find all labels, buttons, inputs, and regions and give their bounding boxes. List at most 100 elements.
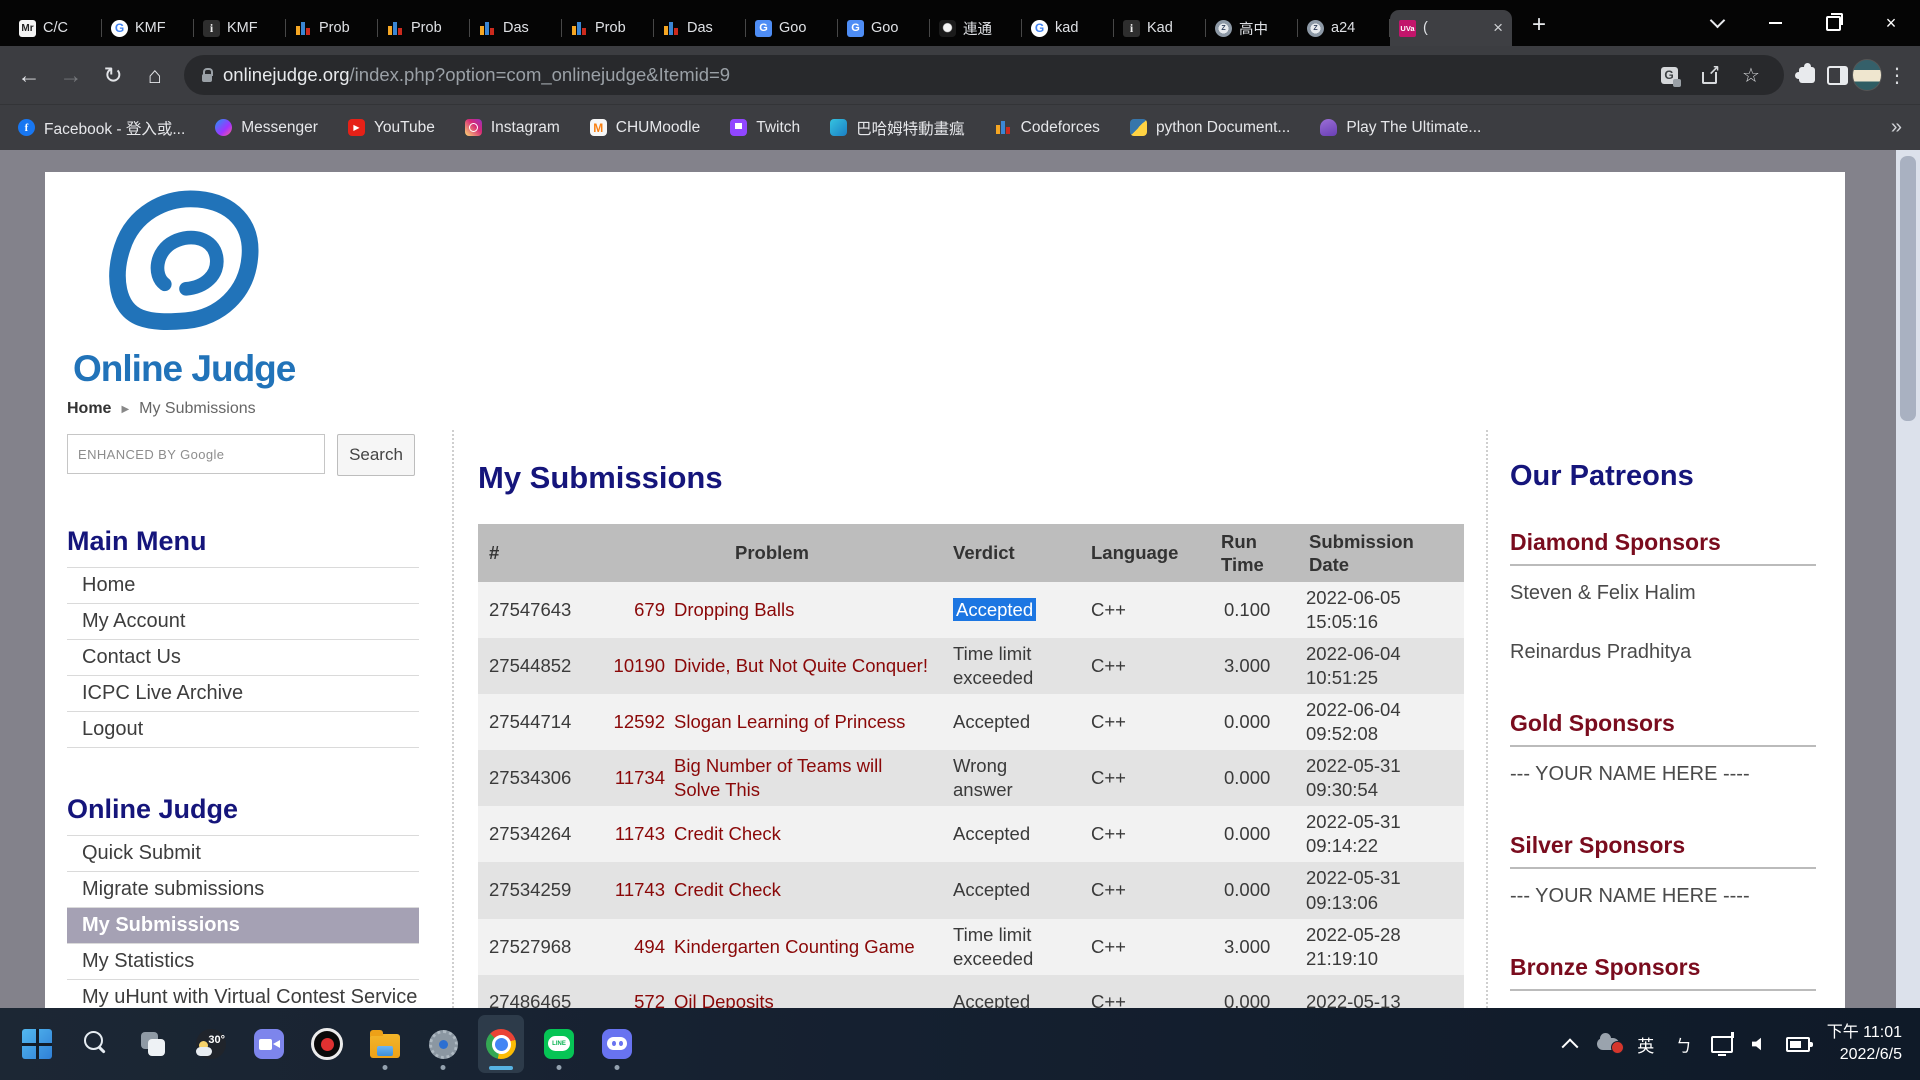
- tray-cast-display[interactable]: [1705, 1022, 1739, 1066]
- tray-volume[interactable]: [1743, 1022, 1777, 1066]
- browser-tab[interactable]: Z 高中 ×: [1206, 10, 1298, 46]
- browser-tab[interactable]: 連通 ×: [930, 10, 1022, 46]
- taskbar-video-app[interactable]: [246, 1015, 292, 1073]
- translate-icon[interactable]: G: [1654, 60, 1684, 90]
- tab-search-chevron-icon[interactable]: [1688, 0, 1746, 46]
- bookmark-star-icon[interactable]: ☆: [1736, 60, 1766, 90]
- bookmark[interactable]: python Document...: [1130, 119, 1290, 137]
- problem-title-link[interactable]: Divide, But Not Quite Conquer!: [674, 654, 928, 678]
- problem-title-link[interactable]: Dropping Balls: [674, 598, 794, 622]
- browser-tab[interactable]: G KMF ×: [102, 10, 194, 46]
- bookmark[interactable]: 巴哈姆特動畫瘋: [830, 117, 965, 139]
- browser-tab[interactable]: Mr C/C ×: [10, 10, 102, 46]
- browser-tab[interactable]: Das ×: [654, 10, 746, 46]
- browser-tab[interactable]: G kad ×: [1022, 10, 1114, 46]
- problem-title-link[interactable]: Credit Check: [674, 878, 781, 902]
- bookmark[interactable]: ▶ YouTube: [348, 119, 435, 137]
- browser-tab[interactable]: Prob ×: [378, 10, 470, 46]
- browser-tab[interactable]: i Kad ×: [1114, 10, 1206, 46]
- browser-tab[interactable]: Das ×: [470, 10, 562, 46]
- close-button[interactable]: ×: [1862, 0, 1920, 46]
- address-bar[interactable]: onlinejudge.org/index.php?option=com_onl…: [184, 55, 1784, 95]
- forward-button[interactable]: →: [50, 54, 92, 96]
- taskbar-settings[interactable]: [420, 1015, 466, 1073]
- problem-title-link[interactable]: Slogan Learning of Princess: [674, 710, 905, 734]
- tray-battery[interactable]: [1781, 1022, 1815, 1066]
- side-panel-icon[interactable]: [1822, 60, 1852, 90]
- sidebar-menu-item[interactable]: My Account: [67, 603, 419, 639]
- taskbar-line[interactable]: LINE: [536, 1015, 582, 1073]
- taskbar-discord[interactable]: [594, 1015, 640, 1073]
- sidebar-menu-item[interactable]: My Submissions: [67, 907, 419, 943]
- problem-number-link[interactable]: 11734: [613, 766, 665, 790]
- scrollbar-thumb[interactable]: [1900, 156, 1916, 421]
- browser-tab[interactable]: G Goo ×: [838, 10, 930, 46]
- extensions-puzzle-icon[interactable]: [1792, 60, 1822, 90]
- bookmark[interactable]: Play The Ultimate...: [1320, 119, 1481, 137]
- taskbar-weather-widget[interactable]: 30°: [188, 1015, 234, 1073]
- bookmark[interactable]: f Facebook - 登入或...: [18, 117, 185, 139]
- submission-row[interactable]: 27544714 12592 Slogan Learning of Prince…: [478, 694, 1464, 750]
- sidebar-menu-item[interactable]: Home: [67, 567, 419, 603]
- tab-close-icon[interactable]: ×: [1493, 18, 1503, 38]
- browser-tab[interactable]: UVa ( ×: [1390, 10, 1512, 46]
- bookmark[interactable]: M CHUMoodle: [590, 119, 700, 137]
- sidebar-menu-item[interactable]: Contact Us: [67, 639, 419, 675]
- online-judge-logo[interactable]: [107, 184, 259, 347]
- lock-icon[interactable]: [202, 74, 212, 82]
- submission-row[interactable]: 27486465 572 Oil Deposits Accepted C++ 0…: [478, 975, 1464, 1008]
- bookmarks-overflow-icon[interactable]: »: [1879, 116, 1902, 139]
- sidebar-menu-item[interactable]: My uHunt with Virtual Contest Service: [67, 979, 419, 1008]
- site-search-input[interactable]: [67, 434, 325, 474]
- bookmark[interactable]: Twitch: [730, 119, 800, 137]
- problem-number-link[interactable]: 494: [613, 935, 665, 959]
- problem-number-link[interactable]: 11743: [613, 878, 665, 902]
- problem-number-link[interactable]: 11743: [613, 822, 665, 846]
- problem-title-link[interactable]: Big Number of Teams will Solve This: [674, 754, 931, 802]
- taskbar-search[interactable]: [72, 1015, 118, 1073]
- browser-tab[interactable]: Prob ×: [562, 10, 654, 46]
- submission-row[interactable]: 27534306 11734 Big Number of Teams will …: [478, 750, 1464, 806]
- browser-tab[interactable]: i KMF ×: [194, 10, 286, 46]
- taskbar-file-explorer[interactable]: [362, 1015, 408, 1073]
- taskbar-task-view[interactable]: [130, 1015, 176, 1073]
- problem-number-link[interactable]: 679: [613, 598, 665, 622]
- sidebar-menu-item[interactable]: My Statistics: [67, 943, 419, 979]
- back-button[interactable]: ←: [8, 54, 50, 96]
- bookmark[interactable]: Codeforces: [995, 119, 1100, 137]
- bookmark[interactable]: Messenger: [215, 119, 318, 137]
- taskbar-start-button[interactable]: [14, 1015, 60, 1073]
- submission-row[interactable]: 27527968 494 Kindergarten Counting Game …: [478, 919, 1464, 975]
- problem-number-link[interactable]: 12592: [613, 710, 665, 734]
- browser-tab[interactable]: Z a24 ×: [1298, 10, 1390, 46]
- page-scrollbar[interactable]: [1896, 150, 1920, 1008]
- problem-title-link[interactable]: Credit Check: [674, 822, 781, 846]
- taskbar-clock[interactable]: 下午 11:01 2022/6/5: [1827, 1022, 1906, 1065]
- problem-number-link[interactable]: 10190: [613, 654, 665, 678]
- problem-title-link[interactable]: Kindergarten Counting Game: [674, 935, 915, 959]
- profile-avatar[interactable]: [1852, 60, 1882, 90]
- reload-button[interactable]: ↻: [92, 54, 134, 96]
- sidebar-menu-item[interactable]: Migrate submissions: [67, 871, 419, 907]
- submission-row[interactable]: 27534264 11743 Credit Check Accepted C++…: [478, 806, 1464, 862]
- tray-ime-bopomofo[interactable]: ㄅ: [1667, 1022, 1701, 1066]
- browser-menu-icon[interactable]: ⋮: [1882, 60, 1912, 90]
- sidebar-menu-item[interactable]: Quick Submit: [67, 835, 419, 871]
- share-icon[interactable]: ↗: [1695, 60, 1725, 90]
- problem-number-link[interactable]: 572: [613, 990, 665, 1008]
- submission-row[interactable]: 27547643 679 Dropping Balls Accepted C++…: [478, 582, 1464, 638]
- sidebar-menu-item[interactable]: Logout: [67, 711, 419, 748]
- home-button[interactable]: ⌂: [134, 54, 176, 96]
- browser-tab[interactable]: Prob ×: [286, 10, 378, 46]
- taskbar-chrome[interactable]: [478, 1015, 524, 1073]
- submission-row[interactable]: 27544852 10190 Divide, But Not Quite Con…: [478, 638, 1464, 694]
- problem-title-link[interactable]: Oil Deposits: [674, 990, 774, 1008]
- url-text[interactable]: onlinejudge.org/index.php?option=com_onl…: [223, 64, 730, 86]
- minimize-button[interactable]: [1746, 0, 1804, 46]
- breadcrumb-home-link[interactable]: Home: [67, 400, 111, 418]
- new-tab-button[interactable]: +: [1522, 8, 1556, 42]
- tray-ime-english[interactable]: 英: [1629, 1022, 1663, 1066]
- maximize-button[interactable]: [1804, 0, 1862, 46]
- tray-hidden-icons[interactable]: [1553, 1022, 1587, 1066]
- tray-onedrive-error[interactable]: [1591, 1022, 1625, 1066]
